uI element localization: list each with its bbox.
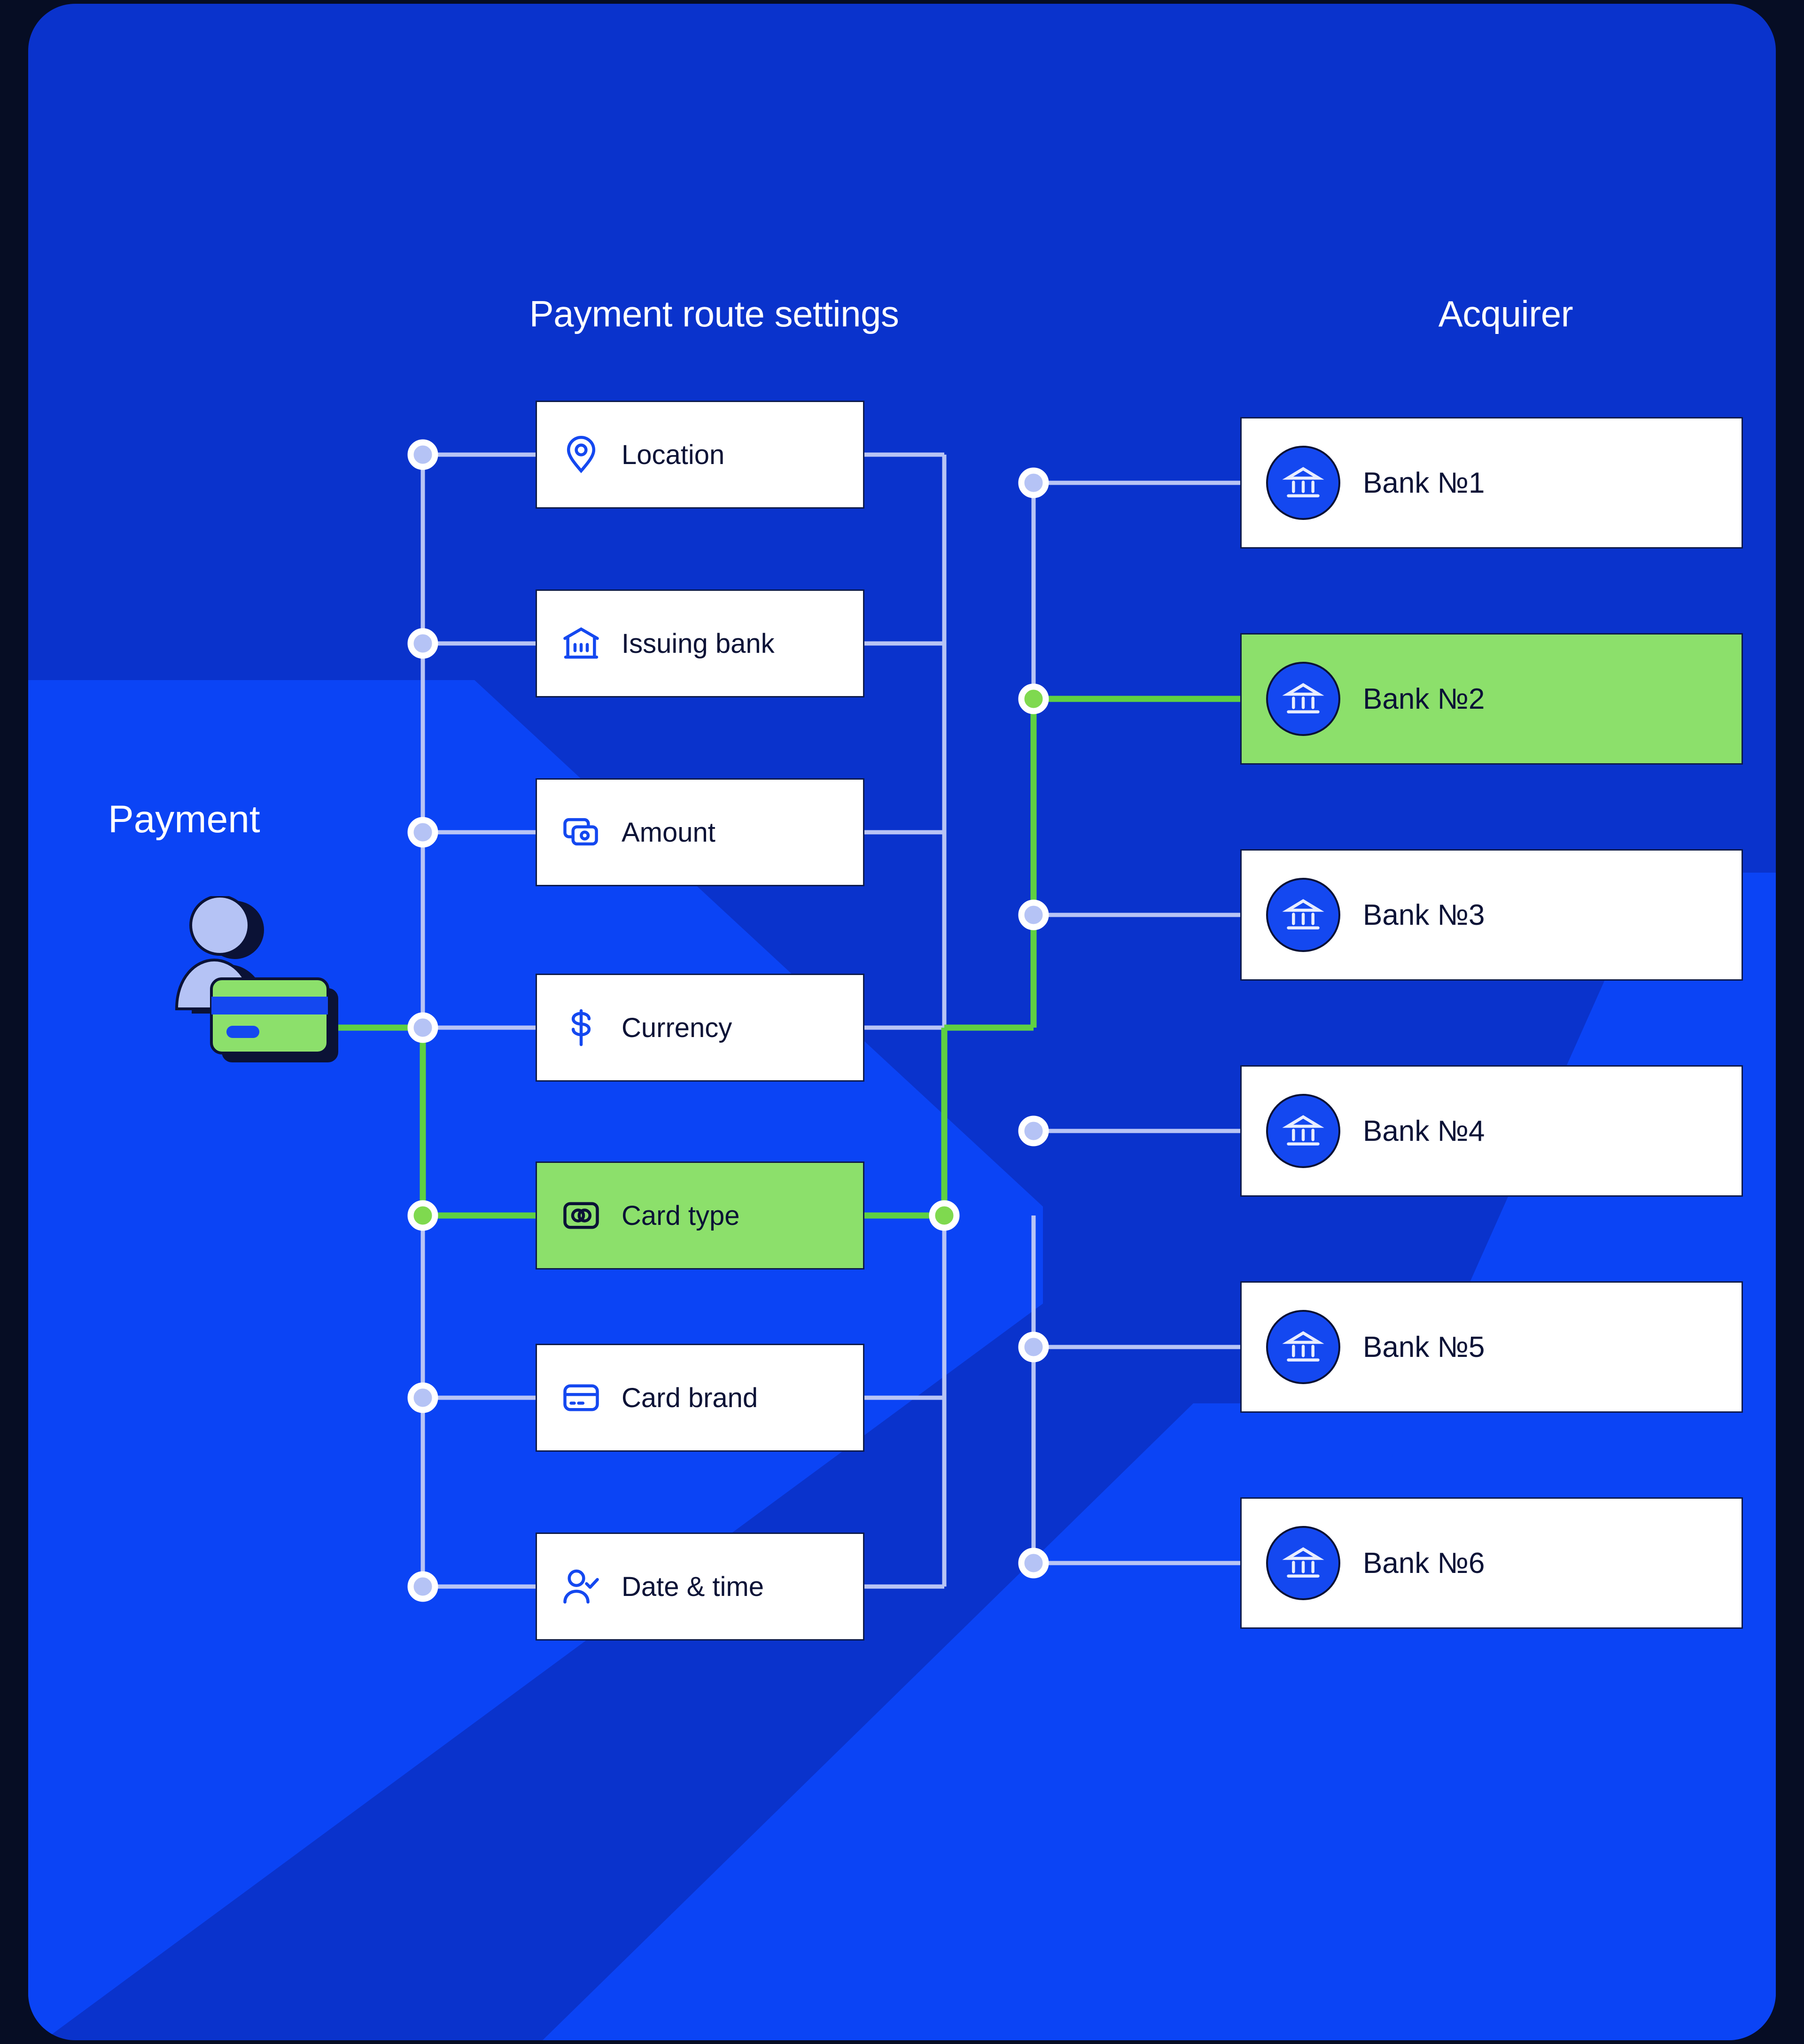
bank-circle-icon — [1282, 1331, 1324, 1362]
route-card-card-type[interactable]: Card type — [536, 1161, 877, 1282]
bank-card-label: Bank №2 — [1363, 682, 1485, 715]
payment-source-label: Payment — [108, 798, 260, 841]
person-with-credit-card-illustration — [175, 896, 338, 1062]
route-card-label: Location — [622, 439, 725, 470]
bank-card-6[interactable]: Bank №6 — [1240, 1497, 1756, 1641]
route-card-label: Date & time — [622, 1571, 764, 1602]
bank-card-2[interactable]: Bank №2 — [1240, 633, 1756, 777]
diagram-panel: Payment route settings Acquirer Payment … — [28, 4, 1776, 2040]
route-card-label: Amount — [622, 817, 715, 848]
route-card-location[interactable]: Location — [536, 401, 877, 521]
bank-circle-icon — [1282, 899, 1324, 929]
user-check-icon — [563, 1569, 599, 1604]
bank-icon-badge — [1266, 446, 1340, 520]
credit-card-icon — [563, 1384, 599, 1411]
bank-card-4[interactable]: Bank №4 — [1240, 1065, 1756, 1209]
bank-outline-icon — [563, 627, 599, 659]
route-card-label: Currency — [622, 1012, 732, 1043]
route-card-date-time[interactable]: Date & time — [536, 1533, 877, 1653]
bank-card-label: Bank №4 — [1363, 1115, 1485, 1147]
bank-icon-badge — [1266, 878, 1340, 952]
bank-card-3[interactable]: Bank №3 — [1240, 849, 1756, 993]
bank-icon-badge — [1266, 1526, 1340, 1600]
bank-card-5[interactable]: Bank №5 — [1240, 1281, 1756, 1425]
bank-card-1[interactable]: Bank №1 — [1240, 417, 1756, 561]
bank-card-label: Bank №3 — [1363, 898, 1485, 931]
bank-card-label: Bank №1 — [1363, 466, 1485, 499]
bank-icon-badge — [1266, 1094, 1340, 1168]
map-pin-icon — [567, 435, 596, 473]
stacked-cards-icon — [563, 818, 598, 846]
bank-circle-icon — [1282, 467, 1324, 497]
dollar-sign-icon — [571, 1009, 591, 1046]
bank-icon-badge — [1266, 1310, 1340, 1384]
bank-circle-icon — [1282, 1547, 1324, 1578]
column-heading-payment-route-settings: Payment route settings — [529, 293, 899, 334]
route-card-label: Card type — [622, 1200, 740, 1231]
bank-circle-icon — [1282, 1115, 1324, 1146]
card-type-icon — [563, 1202, 599, 1229]
route-card-card-brand[interactable]: Card brand — [536, 1344, 877, 1464]
bank-circle-icon — [1282, 683, 1324, 713]
route-card-issuing-bank[interactable]: Issuing bank — [536, 589, 877, 710]
bank-icon-badge — [1266, 662, 1340, 736]
route-card-label: Card brand — [622, 1382, 758, 1413]
bank-card-label: Bank №5 — [1363, 1331, 1485, 1363]
column-heading-acquirer: Acquirer — [1438, 293, 1573, 334]
route-card-amount[interactable]: Amount — [536, 778, 877, 899]
bank-card-label: Bank №6 — [1363, 1547, 1485, 1579]
diagram-canvas: Payment route settings Acquirer Payment … — [0, 0, 1804, 2044]
route-card-label: Issuing bank — [622, 628, 775, 659]
route-card-currency[interactable]: Currency — [536, 974, 877, 1094]
